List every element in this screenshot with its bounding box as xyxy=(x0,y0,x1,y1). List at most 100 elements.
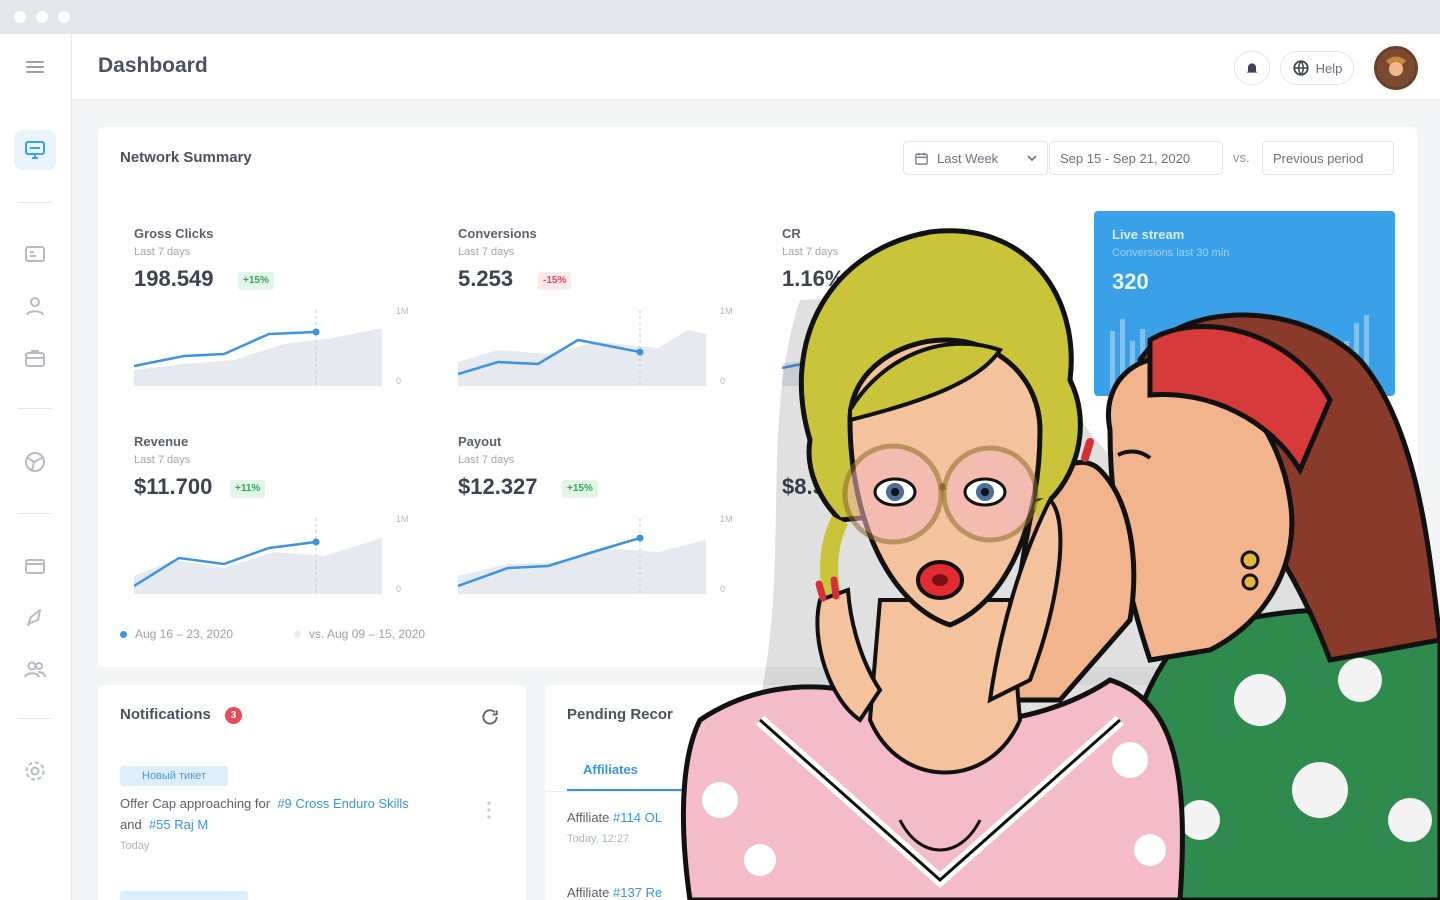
axis-top-label: 1M xyxy=(720,306,733,316)
metric-label: Gross Clicks xyxy=(134,226,214,241)
metric-gross-clicks: Gross Clicks Last 7 days 198.549 +15% 1M… xyxy=(134,226,409,406)
axis-bottom-label: 0 xyxy=(396,584,402,594)
refresh-icon[interactable] xyxy=(480,707,500,727)
sidebar-divider xyxy=(18,513,52,514)
bell-icon xyxy=(1246,63,1258,74)
sidebar-divider xyxy=(18,718,52,719)
notifications-title: Notifications xyxy=(120,706,211,723)
date-range-field[interactable]: Sep 15 - Sep 21, 2020 xyxy=(1049,141,1223,175)
metric-value: 1.16% xyxy=(782,266,845,291)
metric-cr: CR Last 7 days 1.16% xyxy=(782,226,1052,406)
chevron-down-icon xyxy=(1027,155,1037,162)
metric-conversions: Conversions Last 7 days 5.253 -15% 1M 0 xyxy=(458,226,733,406)
row-link[interactable]: #137 Re xyxy=(613,885,662,900)
window-close-dot[interactable] xyxy=(14,11,26,23)
live-stream-subtitle: Conversions last 30 min xyxy=(1112,247,1230,259)
metric-value: $12.327 xyxy=(458,474,538,499)
tab-affiliates[interactable]: Affiliates xyxy=(583,762,638,777)
compare-period-label: Previous period xyxy=(1273,150,1364,166)
vs-label: vs. xyxy=(1233,150,1250,165)
notification-tag: Новый тикет xyxy=(120,766,228,786)
notification-line-1: Offer Cap approaching for #9 Cross Endur… xyxy=(120,796,409,811)
offers-icon[interactable] xyxy=(22,241,48,267)
app-window: Dashboard Help Network Summary Last Week… xyxy=(0,0,1440,900)
globe-icon[interactable] xyxy=(22,449,48,475)
metric-label: Payout xyxy=(458,434,502,449)
axis-top-label: 1M xyxy=(396,514,409,524)
metric-payout: Payout Last 7 days $12.327 +15% 1M 0 xyxy=(458,434,733,614)
notifications-card: Notifications 3 Новый тикет Offer Cap ap… xyxy=(98,685,526,900)
notification-text: Offer Cap approaching for xyxy=(120,796,271,811)
window-titlebar xyxy=(0,0,1440,34)
compare-period-select[interactable]: Previous period xyxy=(1262,141,1394,175)
legend-previous-label: vs. Aug 09 – 15, 2020 xyxy=(309,627,426,641)
metric-label: CR xyxy=(782,226,801,241)
period-select[interactable]: Last Week xyxy=(903,141,1048,175)
help-label: Help xyxy=(1315,60,1343,76)
metric-delta-badge: +11% xyxy=(230,480,266,498)
metric-label: Conversions xyxy=(458,226,537,241)
metric-partial: $8.5 xyxy=(782,434,1052,614)
metric-revenue: Revenue Last 7 days $11.700 +11% 1M 0 xyxy=(134,434,409,614)
metric-sub: Last 7 days xyxy=(134,246,191,258)
metric-value: $8.5 xyxy=(782,474,825,499)
menu-icon[interactable] xyxy=(22,54,48,80)
live-stream-value: 320 xyxy=(1112,269,1149,294)
settings-icon[interactable] xyxy=(22,758,48,784)
pending-row[interactable]: Affiliate #137 Re xyxy=(567,885,662,900)
metric-sub: Last 7 days xyxy=(134,454,191,466)
metric-delta-badge: +15% xyxy=(562,480,598,498)
window-minimize-dot[interactable] xyxy=(36,11,48,23)
help-button[interactable]: Help xyxy=(1280,51,1354,85)
window-maximize-dot[interactable] xyxy=(58,11,70,23)
pending-title: Pending Recor xyxy=(567,706,673,723)
users-icon[interactable] xyxy=(22,656,48,682)
rocket-icon[interactable] xyxy=(22,605,48,631)
legend-current: Aug 16 – 23, 2020 xyxy=(120,627,233,641)
briefcase-icon[interactable] xyxy=(22,345,48,371)
dashboard-icon[interactable] xyxy=(22,137,48,163)
period-select-label: Last Week xyxy=(937,150,999,166)
axis-bottom-label: 0 xyxy=(720,584,726,594)
metric-delta-badge: -15% xyxy=(538,272,572,290)
legend-dot xyxy=(120,630,127,638)
legend-previous: vs. Aug 09 – 15, 2020 xyxy=(294,627,425,641)
avatar[interactable] xyxy=(1374,46,1418,90)
user-icon[interactable] xyxy=(22,293,48,319)
metric-sparkline xyxy=(782,354,862,386)
notifications-button[interactable] xyxy=(1234,51,1270,85)
metric-sub: Last 7 days xyxy=(458,454,515,466)
metric-sub: Last 7 days xyxy=(782,246,839,258)
axis-top-label: 1M xyxy=(720,514,733,524)
date-range-text: Sep 15 - Sep 21, 2020 xyxy=(1060,150,1191,166)
metric-delta-badge: +15% xyxy=(238,272,274,290)
calendar-icon xyxy=(915,152,928,165)
axis-bottom-label: 0 xyxy=(396,376,402,386)
legend-dot xyxy=(294,630,301,638)
notification-time: Today xyxy=(120,840,150,852)
affiliate-link[interactable]: #55 Raj M xyxy=(149,817,208,832)
metric-sparkline xyxy=(134,518,382,594)
topbar: Dashboard Help xyxy=(72,34,1440,100)
more-vertical-icon[interactable] xyxy=(484,799,494,821)
globe-icon xyxy=(1292,60,1309,76)
axis-bottom-label: 0 xyxy=(720,376,726,386)
metric-sub: Last 7 days xyxy=(458,246,515,258)
metric-sparkline xyxy=(134,310,382,386)
axis-top-label: 1M xyxy=(396,306,409,316)
notification-line-2: and #55 Raj M xyxy=(120,817,208,832)
network-summary-title: Network Summary xyxy=(120,149,252,166)
metric-value: $11.700 xyxy=(134,474,213,499)
pending-row[interactable]: Affiliate #114 OL xyxy=(567,810,662,825)
notification-text: and xyxy=(120,817,142,832)
pending-row-time: Today, 12:27 xyxy=(567,833,630,845)
metric-sparkline xyxy=(458,518,706,594)
row-link[interactable]: #114 OL xyxy=(613,810,662,825)
offer-link[interactable]: #9 Cross Enduro Skills xyxy=(277,796,409,811)
metric-value: 198.549 xyxy=(134,266,214,291)
metric-label: Revenue xyxy=(134,434,189,449)
row-text: Affiliate xyxy=(567,810,610,825)
live-stream-card[interactable]: Live stream Conversions last 30 min 320 xyxy=(1094,211,1395,396)
legend-current-label: Aug 16 – 23, 2020 xyxy=(135,627,234,641)
credit-card-icon[interactable] xyxy=(22,553,48,579)
